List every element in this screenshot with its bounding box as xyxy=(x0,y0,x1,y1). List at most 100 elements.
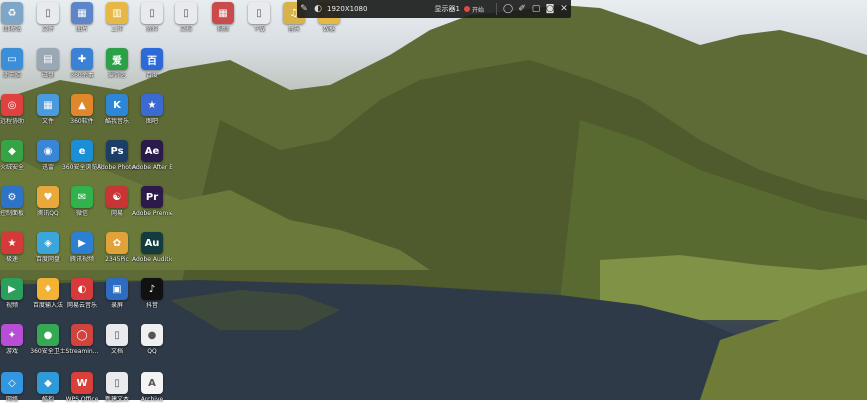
desktop-icon-wechat[interactable]: ✉ 微信 xyxy=(64,186,100,228)
aftereffects-icon: Ae xyxy=(141,140,163,162)
desktop-icon-top-8[interactable]: ▯ 下载 xyxy=(241,2,277,44)
desktop-icon-app-e2[interactable]: ● 360安全卫士 xyxy=(30,324,66,366)
desktop-icon-file-doc2[interactable]: ▯ 新建文本 xyxy=(99,372,135,414)
desktop-icon-label: QQ xyxy=(147,348,157,355)
app-f2-icon: ◆ xyxy=(37,372,59,394)
desktop-icon-computer[interactable]: ▭ 此电脑 xyxy=(0,48,30,90)
recycle-icon: ♻ xyxy=(1,2,23,24)
desktop-icon-wps[interactable]: W WPS Office xyxy=(64,372,100,414)
desktop-icon-label: 工作 xyxy=(110,26,123,33)
desktop-icon-top-4[interactable]: ▥ 工作 xyxy=(99,2,135,44)
app-k2-icon: ▶ xyxy=(71,232,93,254)
desktop-icon-app-c2[interactable]: ◈ 百度网盘 xyxy=(30,232,66,274)
desktop-icon-iqiyi[interactable]: 爱爱奇艺 xyxy=(99,48,135,90)
monitor-label[interactable]: 显示器1 xyxy=(435,4,460,14)
stop-icon[interactable]: ▢ xyxy=(529,2,543,16)
desktop-icon-premiere[interactable]: Pr Adobe Premiere Pro xyxy=(132,186,172,228)
desktop-icon-label: 下载 xyxy=(252,26,265,33)
audition-icon: Au xyxy=(141,232,163,254)
app-q2-icon: K xyxy=(106,94,128,116)
desktop-icon-remote[interactable]: ◎ 远程协助 xyxy=(0,94,30,136)
desktop-icon-app-r2[interactable]: ★ 图吧 xyxy=(134,94,170,136)
security-icon: ◆ xyxy=(1,140,23,162)
remote-icon: ◎ xyxy=(1,94,23,116)
camera-icon[interactable]: ◙ xyxy=(543,2,557,16)
play-icon: ▶ xyxy=(1,278,23,300)
desktop-icon-audition[interactable]: Au Adobe Audition xyxy=(132,232,172,274)
tiktok-icon: ♪ xyxy=(141,278,163,300)
archive-icon: A xyxy=(141,372,163,394)
top-4-icon: ▥ xyxy=(106,2,128,24)
desktop-icon-app-d2[interactable]: ♦ 百度输入法 xyxy=(30,278,66,320)
desktop-icon-label: 文档 xyxy=(110,348,123,355)
record-label[interactable]: 开始 xyxy=(472,5,484,14)
top-7-icon: ▦ xyxy=(212,2,234,24)
desktop-icon-play[interactable]: ▶ 视频 xyxy=(0,278,30,320)
desktop-icon-top-7[interactable]: ▦ 视频 xyxy=(205,2,241,44)
app-red-icon: ★ xyxy=(1,232,23,254)
desktop-icon-app-i2[interactable]: e 360安全浏览器 xyxy=(62,140,102,182)
pen-icon[interactable]: ✎ xyxy=(297,2,311,16)
toolbar-divider xyxy=(496,3,497,15)
desktop-icon-penguin[interactable]: ● QQ xyxy=(134,324,170,366)
app-m2-icon: ◯ xyxy=(71,324,93,346)
desktop-icon-top-5[interactable]: ▯ 资料 xyxy=(134,2,170,44)
desktop-icon-colorful[interactable]: ✦ 游戏 xyxy=(0,324,30,366)
top-3-icon: ▦ xyxy=(71,2,93,24)
desktop-icon-aftereffects[interactable]: Ae Adobe After Effects CC xyxy=(132,140,172,182)
contrast-icon[interactable]: ◐ xyxy=(311,2,325,16)
desktop-icon-label: 腾讯视频 xyxy=(69,256,94,263)
desktop-icon-app-f2[interactable]: ◆ 酷狗 xyxy=(30,372,66,414)
desktop-icon-top-3[interactable]: ▦ 图片 xyxy=(64,2,100,44)
desktop-icon-app-h2[interactable]: ▲ 360软件 xyxy=(64,94,100,136)
desktop-icon-security[interactable]: ◆ 火绒安全 xyxy=(0,140,30,182)
desktop-icon-tiktok[interactable]: ♪ 抖音 xyxy=(134,278,170,320)
desktop-icon-label: 网易云音乐 xyxy=(66,302,97,309)
desktop-icon-app-screen[interactable]: ▣ 录屏 xyxy=(99,278,135,320)
desktop-icon-label: 图吧 xyxy=(145,118,158,125)
close-icon[interactable]: ✕ xyxy=(557,2,571,16)
desktop-icon-file-doc[interactable]: ▯ 文档 xyxy=(99,324,135,366)
desktop-icon-top-2[interactable]: ▯ 文件 xyxy=(30,2,66,44)
desktop-icon-label: 360杀毒 xyxy=(70,72,94,79)
desktop-icon-app-g2[interactable]: ✚ 360杀毒 xyxy=(64,48,100,90)
app-h2-icon: ▲ xyxy=(71,94,93,116)
network-icon: ◇ xyxy=(1,372,23,394)
desktop-icon-label: 酷我音乐 xyxy=(104,118,129,125)
baidu-icon: 百 xyxy=(141,48,163,70)
app-g2-icon: ✚ xyxy=(71,48,93,70)
desktop-icon-control-panel[interactable]: ⚙ 控制面板 xyxy=(0,186,30,228)
desktop-icon-label: 360安全浏览器 xyxy=(62,164,102,171)
app-d2-icon: ♦ xyxy=(37,278,59,300)
desktop-icon-app-k2[interactable]: ▶ 腾讯视频 xyxy=(64,232,100,274)
desktop-icon-app-a2[interactable]: ◉ 迅雷 xyxy=(30,140,66,182)
desktop-icon-photoshop[interactable]: Ps Adobe Photoshop xyxy=(97,140,137,182)
file-doc-icon: ▯ xyxy=(106,324,128,346)
desktop-icon-recycle[interactable]: ♻ 回收站 xyxy=(0,2,30,44)
record-dot[interactable] xyxy=(463,6,470,12)
desktop-icon-app-red[interactable]: ★ 极速 xyxy=(0,232,30,274)
top-2-icon: ▯ xyxy=(37,2,59,24)
desktop-icon-app-m2[interactable]: ◯ Streamin... xyxy=(64,324,100,366)
desktop-icon-label: Adobe After Effects CC xyxy=(132,164,172,171)
app-e2-icon: ● xyxy=(37,324,59,346)
desktop-icon-app-q2[interactable]: K 酷我音乐 xyxy=(99,94,135,136)
desktop-icon-top-6[interactable]: ▯ 文档 xyxy=(168,2,204,44)
desktop-icon-app-l2[interactable]: ◐ 网易云音乐 xyxy=(64,278,100,320)
desktop-icon-app-234[interactable]: ✿ 2345Pic xyxy=(99,232,135,274)
desktop-icon-network[interactable]: ◇ 网络 xyxy=(0,372,30,414)
desktop-icon-app-163[interactable]: ☯ 网易 xyxy=(99,186,135,228)
desktop-icon-disk[interactable]: ▤ 磁盘 xyxy=(30,48,66,90)
desktop-icon-archive[interactable]: A Archive xyxy=(134,372,170,414)
pencil-icon[interactable]: ✐ xyxy=(515,2,529,16)
desktop-icon-folder-col1[interactable]: ▦ 文件 xyxy=(30,94,66,136)
desktop-icon-label: 数据 xyxy=(322,26,335,33)
photoshop-icon: Ps xyxy=(106,140,128,162)
app-i2-icon: e xyxy=(71,140,93,162)
control-panel-icon: ⚙ xyxy=(1,186,23,208)
desktop-icon-app-b2[interactable]: ♥ 腾讯QQ xyxy=(30,186,66,228)
resolution-readout: 1920X1080 xyxy=(327,5,368,13)
desktop-icon-label: 录屏 xyxy=(110,302,123,309)
desktop-icon-baidu[interactable]: 百百度 xyxy=(134,48,170,90)
circle-icon[interactable]: ◯ xyxy=(501,2,515,16)
